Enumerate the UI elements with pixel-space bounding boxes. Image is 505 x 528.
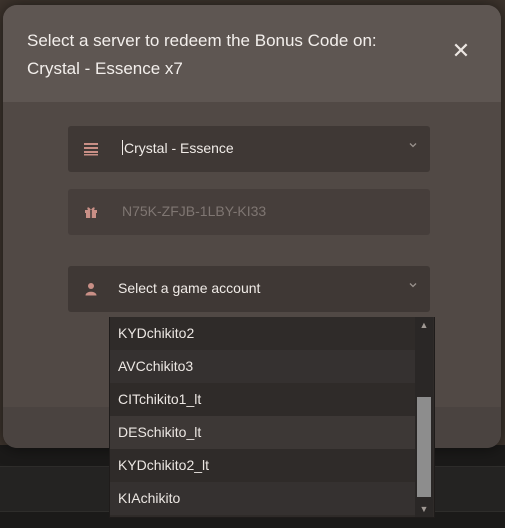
dialog-header: Select a server to redeem the Bonus Code… <box>3 5 501 102</box>
account-option[interactable]: KIAchikito <box>110 482 415 515</box>
dialog-title: Select a server to redeem the Bonus Code… <box>27 31 377 78</box>
server-icon <box>84 143 98 156</box>
dropdown-scrollbar[interactable]: ▲ ▼ <box>415 317 433 517</box>
chevron-down-icon <box>409 283 417 288</box>
server-select-value-wrap: Crystal - Essence <box>122 140 234 156</box>
account-option[interactable]: KYDchikito2_lt <box>110 449 415 482</box>
text-caret <box>122 140 123 155</box>
scrollbar-thumb[interactable] <box>417 397 431 497</box>
game-account-placeholder: Select a game account <box>118 280 261 296</box>
chevron-down-icon <box>409 143 417 148</box>
bonus-code-field[interactable]: N75K-ZFJB-1LBY-KI33 <box>68 189 430 235</box>
gift-icon <box>85 207 97 218</box>
user-icon <box>85 283 97 296</box>
account-option[interactable]: DESchikito_lt <box>110 416 415 449</box>
bonus-code-value: N75K-ZFJB-1LBY-KI33 <box>122 203 267 219</box>
server-select[interactable]: Crystal - Essence <box>68 126 430 172</box>
game-account-dropdown: KYDchikito2 AVCchikito3 CITchikito1_lt D… <box>109 317 435 518</box>
close-button[interactable]: ✕ <box>449 39 473 63</box>
scroll-down-icon[interactable]: ▼ <box>419 504 429 514</box>
game-account-select[interactable]: Select a game account <box>68 266 430 312</box>
account-option[interactable]: KYDchikito2 <box>110 317 415 350</box>
account-option[interactable]: AVCchikito3 <box>110 350 415 383</box>
server-select-value: Crystal - Essence <box>124 140 234 156</box>
scroll-up-icon[interactable]: ▲ <box>419 320 429 330</box>
account-option[interactable]: CITchikito1_lt <box>110 383 415 416</box>
